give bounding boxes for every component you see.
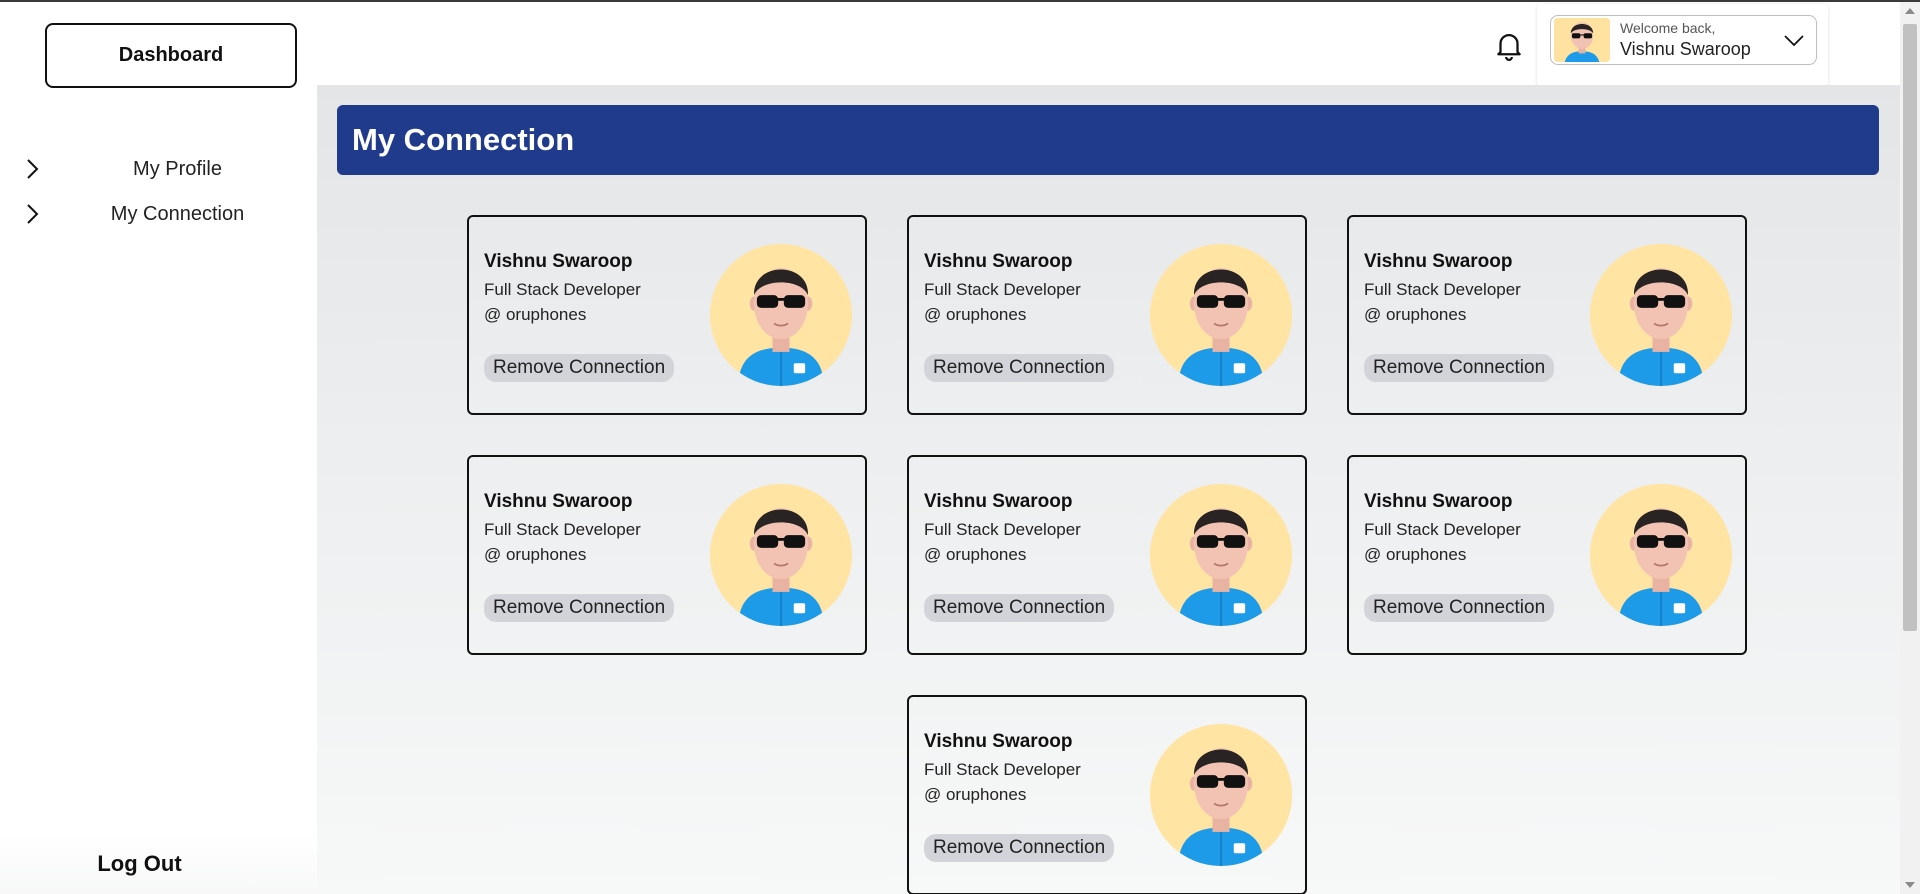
welcome-text: Welcome back, bbox=[1620, 20, 1716, 36]
remove-connection-button[interactable]: Remove Connection bbox=[924, 354, 1115, 382]
avatar bbox=[1150, 484, 1292, 626]
connection-card: Vishnu Swaroop Full Stack Developer @ or… bbox=[1347, 455, 1747, 655]
bell-icon[interactable] bbox=[1492, 28, 1526, 62]
logout-button[interactable]: Log Out bbox=[97, 851, 219, 877]
remove-connection-button[interactable]: Remove Connection bbox=[924, 834, 1115, 862]
connection-card: Vishnu Swaroop Full Stack Developer @ or… bbox=[1347, 215, 1747, 415]
connection-card: Vishnu Swaroop Full Stack Developer @ or… bbox=[907, 215, 1307, 415]
connection-company: @ oruphones bbox=[924, 305, 1027, 324]
top-header: Welcome back, Vishnu Swaroop bbox=[317, 2, 1900, 86]
connection-role: Full Stack Developer bbox=[1364, 520, 1521, 539]
sidebar-item-label: My Connection bbox=[110, 202, 245, 225]
logout-area: Log Out bbox=[0, 834, 317, 894]
connection-company: @ oruphones bbox=[1364, 305, 1467, 324]
scroll-down-arrow[interactable] bbox=[1905, 882, 1915, 888]
chevron-down-icon[interactable] bbox=[1782, 28, 1806, 52]
connection-name: Vishnu Swaroop bbox=[924, 731, 1073, 752]
connection-name: Vishnu Swaroop bbox=[924, 251, 1073, 272]
connection-role: Full Stack Developer bbox=[924, 280, 1081, 299]
remove-connection-button[interactable]: Remove Connection bbox=[1364, 594, 1555, 622]
window-top-border bbox=[0, 0, 1920, 2]
remove-connection-button[interactable]: Remove Connection bbox=[484, 354, 675, 382]
avatar bbox=[1590, 484, 1732, 626]
main-content: My Connection Vishnu Swaroop Full Stack … bbox=[317, 85, 1900, 894]
scrollbar[interactable] bbox=[1900, 2, 1920, 894]
sidebar: Dashboard My Profile My Connection Log O… bbox=[0, 2, 317, 894]
connection-company: @ oruphones bbox=[484, 305, 587, 324]
avatar bbox=[710, 484, 852, 626]
connection-name: Vishnu Swaroop bbox=[484, 491, 633, 512]
connection-company: @ oruphones bbox=[484, 545, 587, 564]
connection-card: Vishnu Swaroop Full Stack Developer @ or… bbox=[467, 215, 867, 415]
connection-card: Vishnu Swaroop Full Stack Developer @ or… bbox=[907, 695, 1307, 894]
avatar bbox=[710, 244, 852, 386]
connection-role: Full Stack Developer bbox=[484, 280, 641, 299]
connection-name: Vishnu Swaroop bbox=[484, 251, 633, 272]
avatar bbox=[1150, 724, 1292, 866]
sidebar-item-label: My Profile bbox=[133, 157, 222, 180]
scroll-up-arrow[interactable] bbox=[1905, 8, 1915, 14]
connection-company: @ oruphones bbox=[924, 545, 1027, 564]
scrollbar-thumb[interactable] bbox=[1903, 24, 1917, 631]
dashboard-label: Dashboard bbox=[118, 44, 224, 66]
user-menu: Welcome back, Vishnu Swaroop bbox=[1537, 4, 1828, 86]
remove-connection-button[interactable]: Remove Connection bbox=[1364, 354, 1555, 382]
remove-connection-button[interactable]: Remove Connection bbox=[924, 594, 1115, 622]
sidebar-item-my-connection[interactable]: My Connection bbox=[0, 196, 317, 232]
user-dropdown[interactable]: Welcome back, Vishnu Swaroop bbox=[1550, 15, 1817, 65]
connection-role: Full Stack Developer bbox=[484, 520, 641, 539]
avatar bbox=[1590, 244, 1732, 386]
connection-name: Vishnu Swaroop bbox=[1364, 251, 1513, 272]
remove-connection-button[interactable]: Remove Connection bbox=[484, 594, 675, 622]
dashboard-button[interactable]: Dashboard bbox=[45, 23, 297, 88]
connection-role: Full Stack Developer bbox=[924, 760, 1081, 779]
connection-company: @ oruphones bbox=[1364, 545, 1467, 564]
user-name: Vishnu Swaroop bbox=[1620, 39, 1751, 59]
avatar bbox=[1554, 18, 1610, 62]
page-title: My Connection bbox=[352, 122, 575, 157]
sidebar-item-my-profile[interactable]: My Profile bbox=[0, 151, 317, 187]
connection-name: Vishnu Swaroop bbox=[924, 491, 1073, 512]
connection-role: Full Stack Developer bbox=[924, 520, 1081, 539]
connection-role: Full Stack Developer bbox=[1364, 280, 1521, 299]
chevron-right-icon bbox=[27, 159, 39, 179]
connection-company: @ oruphones bbox=[924, 785, 1027, 804]
chevron-right-icon bbox=[27, 204, 39, 224]
connection-card: Vishnu Swaroop Full Stack Developer @ or… bbox=[467, 455, 867, 655]
connection-name: Vishnu Swaroop bbox=[1364, 491, 1513, 512]
connection-card: Vishnu Swaroop Full Stack Developer @ or… bbox=[907, 455, 1307, 655]
page-title-bar: My Connection bbox=[337, 105, 1879, 175]
avatar bbox=[1150, 244, 1292, 386]
